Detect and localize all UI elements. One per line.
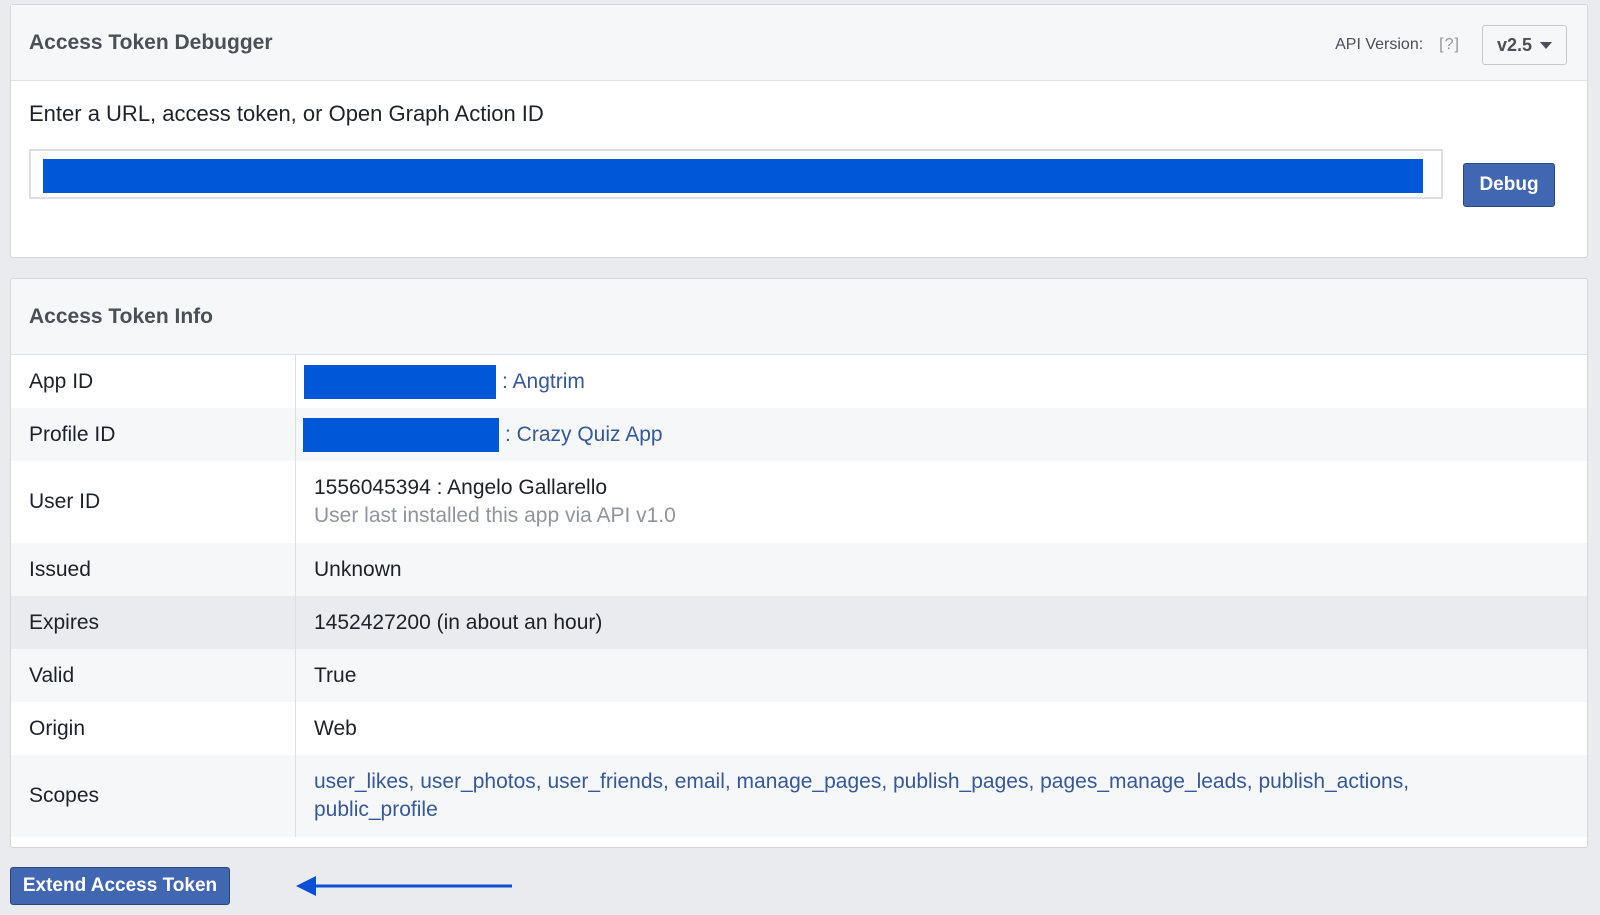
user-install-note: User last installed this app via API v1.…: [314, 504, 676, 527]
redaction-block: [43, 159, 1423, 193]
debug-button[interactable]: Debug: [1463, 163, 1555, 207]
api-version-select[interactable]: v2.5: [1481, 25, 1567, 65]
table-row-scopes: Scopes user_likes, user_photos, user_fri…: [11, 755, 1587, 837]
api-version-label: API Version:: [1335, 36, 1424, 53]
row-key: Origin: [11, 702, 296, 755]
table-row-valid: Valid True: [11, 649, 1587, 702]
info-title: Access Token Info: [29, 304, 213, 328]
row-value: Web: [314, 716, 357, 740]
debugger-header: Access Token Debugger API Version: [?] v…: [11, 5, 1587, 81]
row-key: Profile ID: [11, 408, 296, 461]
table-row-profile-id: Profile ID : Crazy Quiz App: [11, 408, 1587, 461]
row-value: : Angtrim: [296, 355, 1588, 408]
redaction-block: [304, 364, 496, 399]
scopes-list[interactable]: user_likes, user_photos, user_friends, e…: [314, 768, 1587, 824]
debugger-title: Access Token Debugger: [29, 30, 273, 54]
arrow-left-icon: [296, 876, 512, 896]
table-row-issued: Issued Unknown: [11, 543, 1587, 596]
user-id-value: 1556045394 : Angelo Gallarello: [314, 476, 608, 499]
row-value: user_likes, user_photos, user_friends, e…: [295, 755, 1587, 837]
access-token-info-panel: Access Token Info App ID : Angtrim Profi…: [10, 278, 1588, 848]
chevron-down-icon: [1540, 41, 1552, 49]
row-key: Issued: [11, 543, 296, 596]
table-row-expires: Expires 1452427200 (in about an hour): [11, 596, 1587, 649]
row-value: Unknown: [295, 543, 1587, 596]
input-prompt-label: Enter a URL, access token, or Open Graph…: [29, 101, 544, 126]
row-value: True: [295, 649, 1587, 702]
row-key: App ID: [11, 355, 296, 408]
row-key: Valid: [11, 649, 296, 702]
row-key: User ID: [11, 461, 296, 543]
token-info-table: App ID : Angtrim Profile ID : Crazy Quiz…: [11, 355, 1587, 837]
extend-access-token-button[interactable]: Extend Access Token: [10, 867, 230, 905]
table-row-user-id: User ID 1556045394 : Angelo Gallarello U…: [11, 461, 1587, 543]
api-version-control: API Version: [?] v2.5: [1335, 25, 1567, 65]
profile-name-link[interactable]: : Crazy Quiz App: [505, 423, 663, 447]
row-value: : Crazy Quiz App: [295, 408, 1587, 461]
token-input[interactable]: [29, 149, 1443, 199]
api-help-link[interactable]: [?]: [1439, 36, 1460, 54]
row-value: 1556045394 : Angelo Gallarello User last…: [296, 461, 1588, 543]
row-key: Expires: [11, 596, 296, 649]
row-value: 1452427200 (in about an hour): [295, 596, 1587, 649]
api-version-value: v2.5: [1496, 34, 1532, 55]
info-header: Access Token Info: [11, 279, 1587, 355]
redaction-block: [303, 417, 499, 452]
table-row-app-id: App ID : Angtrim: [11, 355, 1587, 408]
access-token-debugger-panel: Access Token Debugger API Version: [?] v…: [10, 4, 1588, 258]
table-row-origin: Origin Web: [11, 702, 1587, 755]
app-name-link[interactable]: : Angtrim: [502, 370, 585, 394]
row-key: Scopes: [11, 755, 296, 837]
